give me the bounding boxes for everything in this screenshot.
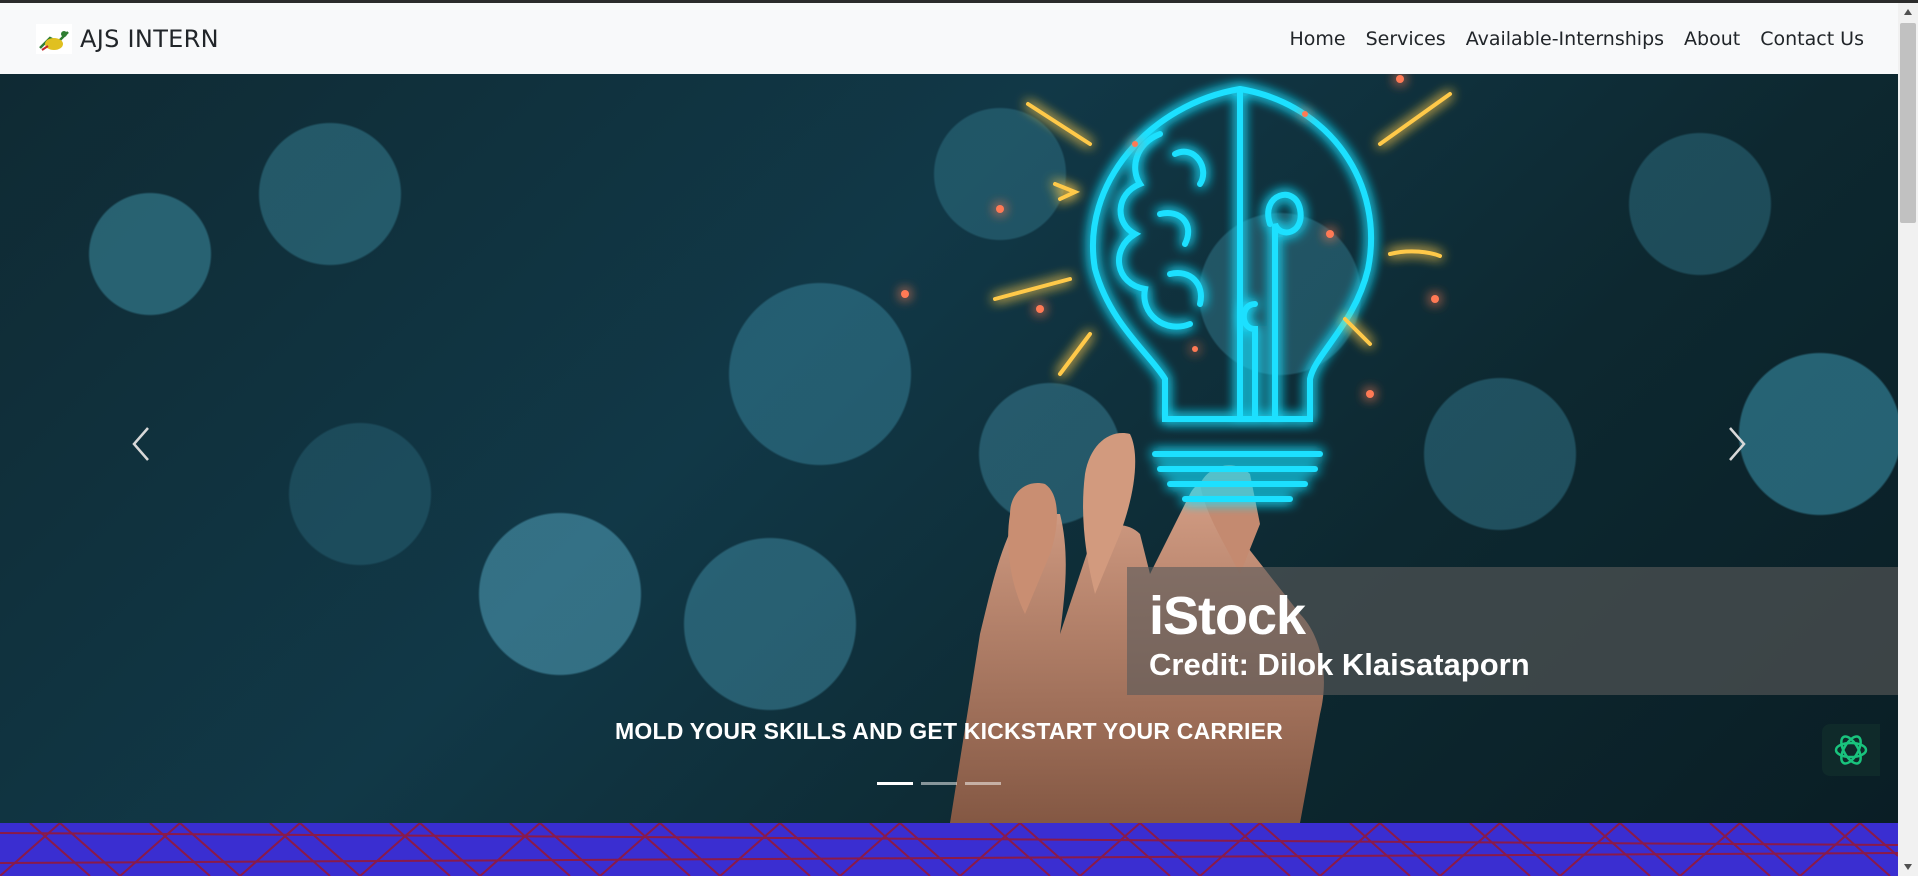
- spark-dots: [901, 75, 1439, 398]
- navbar: AJS INTERN Home Services Available-Inter…: [0, 3, 1898, 74]
- brand-name: AJS INTERN: [80, 24, 219, 53]
- triangle-pattern: [0, 823, 1898, 876]
- brand[interactable]: AJS INTERN: [36, 23, 219, 54]
- carousel-prev-button[interactable]: [110, 414, 170, 474]
- carousel-indicators: [877, 782, 1001, 785]
- indicator-2[interactable]: [921, 782, 957, 785]
- nav-about[interactable]: About: [1674, 28, 1750, 50]
- caption-text: MOLD YOUR SKILLS AND GET KICKSTART YOUR …: [615, 718, 1283, 744]
- scroll-down-arrow[interactable]: [1898, 858, 1918, 876]
- nav-services[interactable]: Services: [1356, 28, 1456, 50]
- chevron-right-icon: [1729, 427, 1746, 461]
- lightbulb-icon: [1090, 85, 1375, 502]
- logo-icon: [36, 23, 72, 54]
- nav-home[interactable]: Home: [1279, 28, 1355, 50]
- spark-lines: [993, 92, 1452, 376]
- istock-logo: iStock: [1149, 586, 1306, 646]
- hero-image: [901, 75, 1452, 823]
- nav-available-internships[interactable]: Available-Internships: [1456, 28, 1674, 50]
- indicator-3[interactable]: [965, 782, 1001, 785]
- indicator-1[interactable]: [877, 782, 913, 785]
- chat-widget-button[interactable]: [1822, 724, 1880, 776]
- page-viewport: AJS INTERN Home Services Available-Inter…: [0, 3, 1898, 876]
- istock-watermark: iStock Credit: Dilok Klaisataporn: [1127, 567, 1898, 695]
- pattern-band: [0, 823, 1898, 876]
- triangle-down-icon: [1904, 864, 1912, 870]
- hero-carousel: iStock Credit: Dilok Klaisataporn MOLD Y…: [0, 74, 1898, 823]
- istock-credit: Credit: Dilok Klaisataporn: [1149, 647, 1530, 682]
- carousel-next-button[interactable]: [1708, 414, 1768, 474]
- nav-links: Home Services Available-Internships Abou…: [1279, 3, 1874, 74]
- triangle-up-icon: [1904, 9, 1912, 15]
- carousel-caption: MOLD YOUR SKILLS AND GET KICKSTART YOUR …: [0, 718, 1898, 745]
- scroll-up-arrow[interactable]: [1898, 3, 1918, 21]
- scrollbar-thumb[interactable]: [1900, 23, 1916, 223]
- nav-contact-us[interactable]: Contact Us: [1750, 28, 1874, 50]
- chevron-left-icon: [132, 427, 149, 461]
- openai-icon: [1834, 735, 1868, 765]
- vertical-scrollbar[interactable]: [1898, 3, 1918, 876]
